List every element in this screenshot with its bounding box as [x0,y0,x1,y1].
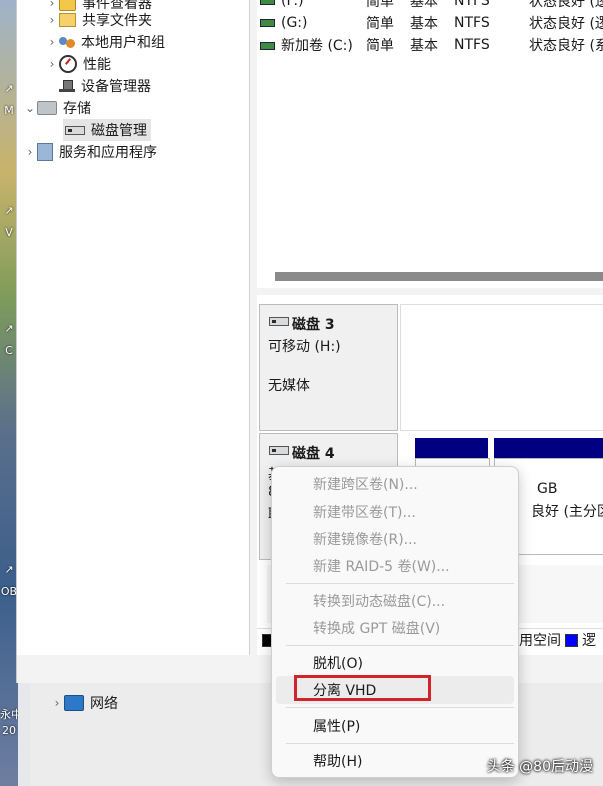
local-users-groups-icon [59,35,75,50]
legend-free-space-label: 用空间 [519,633,561,649]
desktop-icon-label: 永中C [0,708,18,721]
disk-icon [269,446,289,455]
chevron-down-icon[interactable]: ⌄ [23,101,37,115]
tree-item-label: 性能 [83,57,111,73]
menu-item-help[interactable]: 帮助(H) [276,747,514,775]
legend-swatch-primary [565,633,578,647]
shared-folders-icon [59,13,76,27]
disk-media: 无媒体 [268,378,310,394]
disk-icon [269,317,289,326]
device-manager-icon [59,80,75,92]
menu-item-properties[interactable]: 属性(P) [276,712,514,740]
tree-item-label: 磁盘管理 [91,123,147,139]
volume-status: 状态良好 (逻 [529,16,603,32]
menu-item-offline[interactable]: 脱机(O) [276,649,514,677]
partition-size: GB [537,481,558,497]
legend-label-truncated: 逻 [582,633,596,649]
volume-row[interactable]: 新加卷 (C:) 简单 基本 NTFS 状态良好 (系 [257,34,603,56]
volume-type: 基本 [410,38,438,54]
volume-icon [260,19,275,27]
desktop-icon-label: 20 [2,724,16,737]
tree-item-label: 设备管理器 [81,79,151,95]
menu-item-new-raid5-volume[interactable]: 新建 RAID-5 卷(W)... [276,552,514,580]
tree-item-performance[interactable]: › 性能 [45,53,111,75]
disk-3-label[interactable]: 磁盘 3 可移动 (H:) 无媒体 [259,304,398,431]
partition-bar [415,438,603,458]
volume-row[interactable]: (F:) 简单 基本 NTFS 状态良好 (逻 [257,0,603,12]
menu-item-convert-dynamic[interactable]: 转换到动态磁盘(C)... [276,587,514,615]
menu-separator [286,645,514,646]
volume-list: (F:) 简单 基本 NTFS 状态良好 (逻 (G:) 简单 基本 NTFS … [257,0,603,288]
tree-item-label: 共享文件夹 [82,13,152,29]
volume-type: 基本 [410,16,438,32]
tree-item-label: 本地用户和组 [81,35,165,51]
volume-layout: 简单 [366,0,394,10]
disk-icon [65,125,85,135]
highlight-annotation-box [294,675,431,701]
volume-filesystem: NTFS [454,0,490,9]
volume-status: 状态良好 (逻 [529,0,603,10]
menu-item-new-striped-volume[interactable]: 新建带区卷(T)... [276,498,514,526]
menu-item-new-mirrored-volume[interactable]: 新建镜像卷(R)... [276,525,514,553]
volume-status: 状态良好 (系 [529,38,603,54]
volume-layout: 简单 [366,38,394,54]
chevron-right-icon[interactable]: › [45,57,59,71]
menu-separator [286,743,514,744]
performance-icon [59,55,77,73]
scrollbar-thumb[interactable] [275,272,603,281]
partition-divider [488,438,494,458]
nav-item-label: 网络 [90,696,118,712]
volume-icon [260,42,275,50]
watermark: 头条 @80后动漫 [486,759,593,775]
storage-icon [37,101,57,115]
disk-title: 磁盘 3 [292,317,335,333]
tree-item-local-users-groups[interactable]: › 本地用户和组 [45,31,165,53]
disk-subtitle: 可移动 (H:) [268,339,341,355]
volume-filesystem: NTFS [454,37,490,53]
tree-item-services-applications[interactable]: › 服务和应用程序 [23,141,157,163]
chevron-right-icon[interactable]: › [23,145,37,159]
chevron-right-icon[interactable]: › [45,35,59,49]
volume-layout: 简单 [366,16,394,32]
navigation-tree: › 事件查看器 › 共享文件夹 › 本地用户和组 › 性能 设备管理器 ⌄ 存储 [17,0,250,655]
disk-title: 磁盘 4 [292,446,335,462]
volume-row[interactable]: (G:) 简单 基本 NTFS 状态良好 (逻 [257,12,603,34]
tree-item-disk-management[interactable]: 磁盘管理 [63,119,151,141]
volume-icon [260,0,275,5]
volume-filesystem: NTFS [454,15,490,31]
partition-status: 良好 (主分区) [531,504,603,520]
volume-type: 基本 [410,0,438,10]
tree-item-label: 存储 [63,101,91,117]
volume-name: (F:) [281,0,304,9]
chevron-right-icon[interactable]: › [45,13,59,27]
tree-item-shared-folders[interactable]: › 共享文件夹 [45,9,152,31]
tree-item-device-manager[interactable]: 设备管理器 [59,75,151,97]
nav-item-network[interactable]: › 网络 [50,693,118,713]
tree-item-label: 服务和应用程序 [59,145,157,161]
horizontal-scrollbar[interactable] [275,270,603,282]
menu-separator [286,707,514,708]
volume-name: 新加卷 (C:) [281,38,353,54]
volume-name: (G:) [281,15,308,31]
menu-item-new-spanned-volume[interactable]: 新建跨区卷(N)... [276,470,514,498]
menu-item-convert-gpt[interactable]: 转换成 GPT 磁盘(V) [276,614,514,642]
network-icon [64,695,84,711]
context-menu: 新建跨区卷(N)... 新建带区卷(T)... 新建镜像卷(R)... 新建 R… [271,466,519,778]
disk-3-area [400,304,603,431]
menu-separator [286,583,514,584]
services-icon [37,143,53,161]
chevron-right-icon[interactable]: › [50,696,64,710]
tree-item-storage[interactable]: ⌄ 存储 [23,97,91,119]
